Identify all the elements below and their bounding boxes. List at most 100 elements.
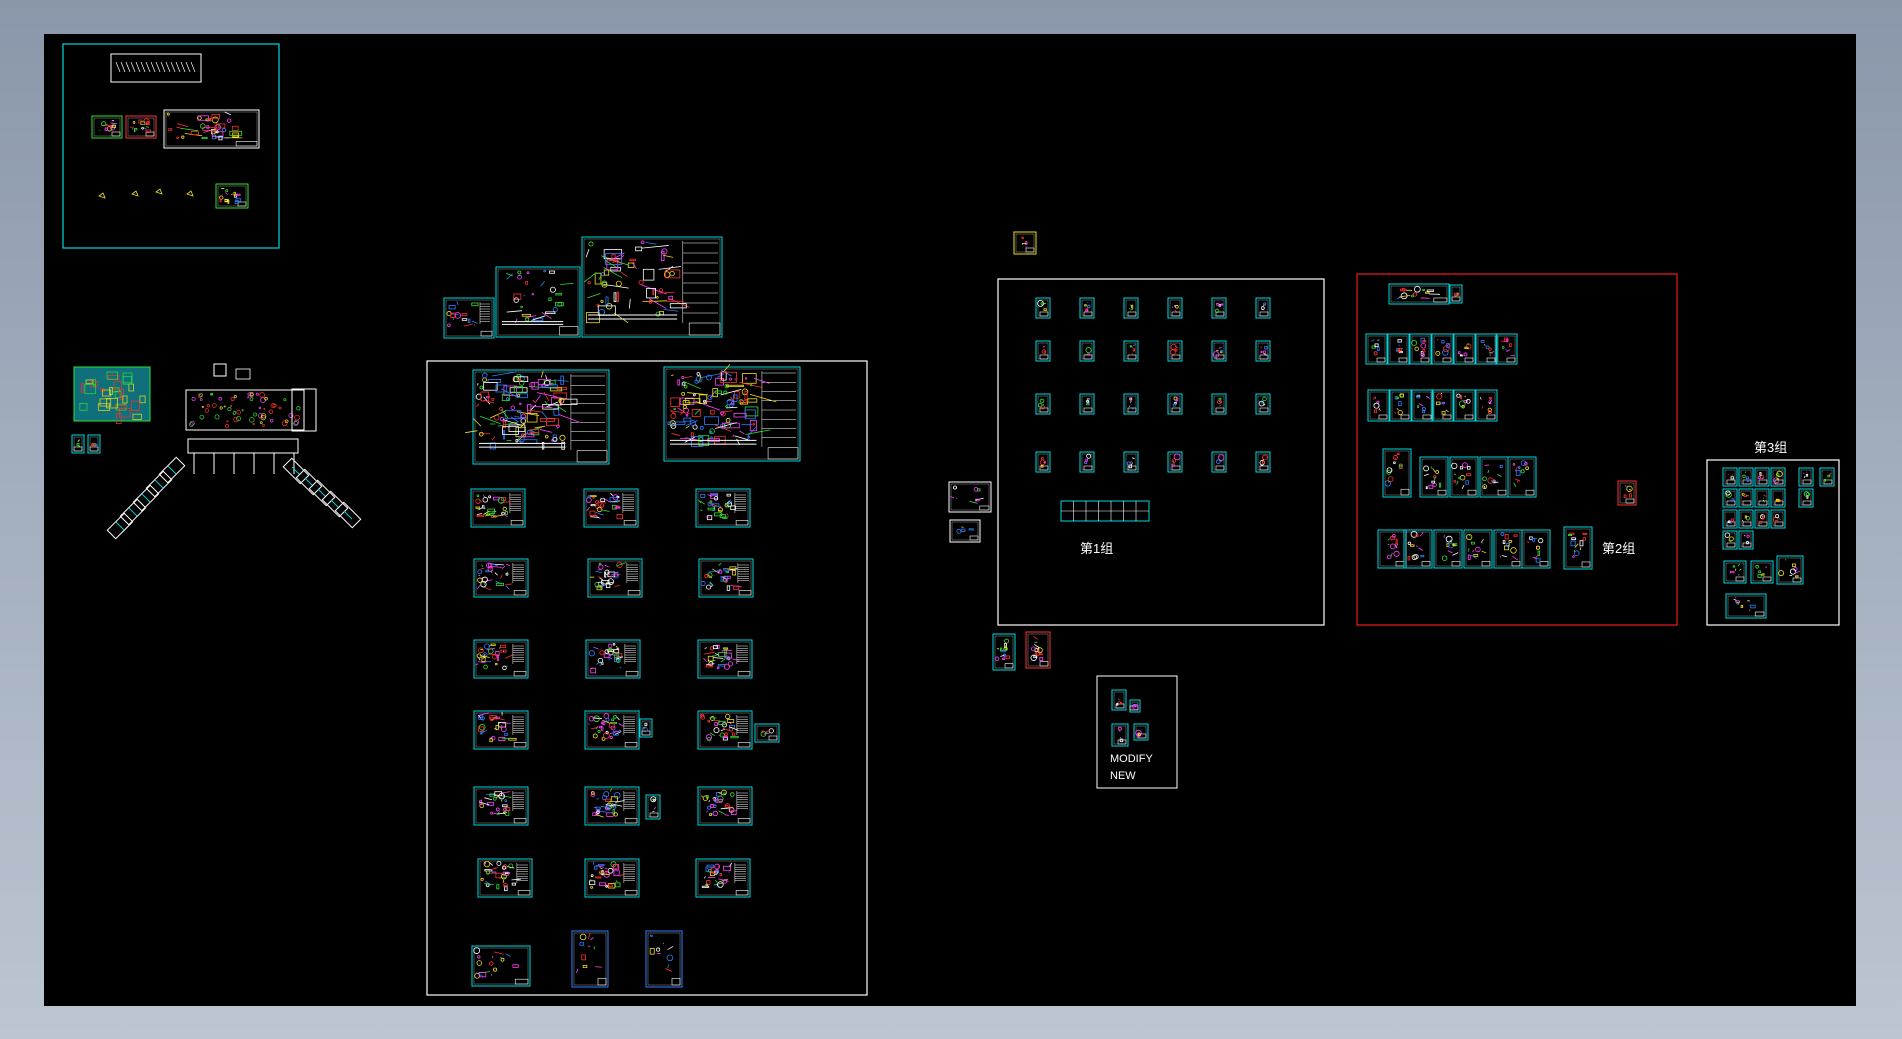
drawing-sheet [587, 558, 643, 598]
drawing-sheet [125, 115, 157, 139]
rail-segment [132, 484, 160, 512]
drawing-sheet [1403, 529, 1433, 569]
drawing-sheet [1035, 451, 1051, 473]
drawing-sheet [443, 297, 495, 339]
drawing-sheet [663, 364, 801, 462]
drawing-sheet [1453, 333, 1476, 365]
drawing-sheet [465, 369, 610, 465]
rail-segment [321, 490, 349, 518]
drawing-sheet [1431, 389, 1454, 422]
assembly-elevation [185, 363, 317, 474]
group-3-label: 第3组 [1754, 440, 1787, 455]
drawing-sheet [1079, 297, 1095, 319]
drawing-sheet [1167, 297, 1183, 319]
drawing-sheet [1035, 393, 1051, 415]
drawing-sheet [584, 710, 640, 750]
drawing-sheet [585, 639, 641, 679]
drawing-sheet [1123, 451, 1139, 473]
drawing-sheet [1722, 509, 1738, 529]
assembly-plan-view [73, 366, 151, 424]
drawing-sheet [639, 718, 653, 738]
drawing-sheet [1079, 451, 1095, 473]
drawing-sheet [992, 633, 1016, 671]
drawing-sheet [1722, 467, 1738, 487]
drawing-sheet [1723, 560, 1747, 584]
drawing-canvas[interactable]: 第1组 第2组 第3组 MODIFY NEW [44, 34, 1856, 1006]
drawing-sheets-layer [71, 61, 1835, 988]
revision-note-frame [1096, 675, 1178, 789]
drawing-sheet [1409, 333, 1432, 365]
group-1-label: 第1组 [1080, 541, 1113, 556]
drawing-sheet [695, 488, 751, 528]
drawing-sheet [697, 710, 753, 750]
drawing-sheet [1079, 393, 1095, 415]
drawing-sheet [215, 183, 249, 209]
drawing-sheet [473, 710, 529, 750]
drawing-sheet [1129, 699, 1141, 713]
drawing-sheet [1411, 389, 1434, 422]
drawing-sheet [1770, 467, 1786, 487]
drawing-sheet [1419, 456, 1449, 498]
drawing-sheet [1255, 297, 1271, 319]
drawing-sheet [1025, 631, 1051, 669]
drawing-sheet [1367, 389, 1390, 422]
drawing-sheet [1433, 529, 1463, 569]
drawing-sheet [1738, 509, 1754, 529]
drawing-sheet [1770, 509, 1786, 529]
drawing-sheet [1507, 456, 1537, 498]
revision-note-new: NEW [1110, 770, 1136, 782]
drawing-sheet [1211, 340, 1227, 362]
drawing-sheet [1079, 340, 1095, 362]
drawing-sheet [471, 945, 531, 987]
drawing-sheet [948, 481, 992, 513]
drawing-sheet [1479, 456, 1509, 498]
drawing-sheet [1255, 393, 1271, 415]
drawing-sheet [1449, 284, 1463, 304]
rail-segment [145, 470, 173, 498]
drawing-sheet [473, 786, 529, 826]
drawing-sheet [1493, 529, 1523, 569]
drawing-sheet [495, 266, 581, 338]
revision-note-modify: MODIFY [1110, 753, 1153, 765]
rail-segment [308, 479, 336, 507]
drawing-sheet [1798, 467, 1814, 487]
drawing-sheet [477, 858, 533, 898]
drawing-sheet [1495, 333, 1518, 365]
drawing-sheet [470, 488, 526, 528]
drawing-sheet [697, 639, 753, 679]
drawing-sheet [645, 794, 661, 820]
drawing-sheet [1211, 297, 1227, 319]
drawing-sheet [473, 558, 529, 598]
drawing-sheet [1754, 509, 1770, 529]
drawing-sheet [1211, 451, 1227, 473]
drawing-sheet [1377, 529, 1407, 569]
cad-model-space-viewport[interactable]: 第1组 第2组 第3组 MODIFY NEW [44, 34, 1856, 1006]
drawing-sheet [473, 639, 529, 679]
group-2-label: 第2组 [1602, 541, 1635, 556]
drawing-sheet [1750, 560, 1774, 584]
drawing-sheet [1133, 723, 1149, 741]
drawing-sheet [1167, 340, 1183, 362]
drawing-sheet [1563, 526, 1593, 570]
drawing-sheet [697, 786, 753, 826]
drawing-sheet [91, 115, 123, 139]
drawing-sheet [584, 858, 640, 898]
drawing-sheet [1111, 723, 1129, 747]
drawing-sheet [1738, 530, 1754, 550]
drawing-sheet [1722, 488, 1738, 508]
drawing-sheet [1722, 530, 1738, 550]
drawing-sheet [1389, 389, 1412, 422]
group-3-frame [1706, 459, 1840, 626]
drawing-sheet [949, 519, 981, 543]
drawing-sheet [695, 858, 751, 898]
drawing-sheet [1725, 593, 1767, 619]
drawing-sheet [698, 558, 754, 598]
bom-strip [1060, 500, 1150, 522]
rail-segment [282, 457, 310, 485]
drawing-sheet [1255, 340, 1271, 362]
drawing-sheet [1453, 389, 1476, 422]
drawing-sheet [71, 434, 85, 454]
drawing-sheet [583, 488, 639, 528]
drawing-sheet [1798, 488, 1814, 508]
rail-segment [119, 498, 147, 526]
